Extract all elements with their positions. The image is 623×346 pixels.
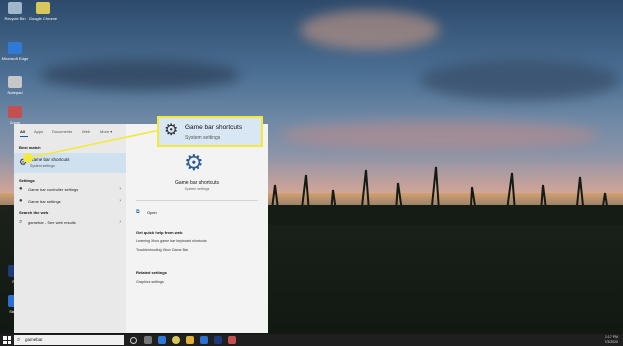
taskbar: ⌕ gamebar 1:17 PM 7/3/2020 [0, 334, 623, 346]
callout-box: ⚙ Game bar shortcuts System settings [157, 116, 263, 147]
callout-pointer [23, 129, 161, 163]
cortana-icon[interactable] [130, 337, 137, 344]
system-tray-clock[interactable]: 1:17 PM 7/3/2020 [604, 335, 618, 345]
edge-icon[interactable] [158, 336, 166, 344]
search-input[interactable]: gamebar [25, 337, 43, 342]
file-explorer-icon[interactable] [186, 336, 194, 344]
callout-subtitle: System settings [185, 135, 221, 141]
windows-logo-icon [3, 340, 7, 344]
start-button[interactable] [3, 336, 11, 344]
store-icon[interactable] [200, 336, 208, 344]
windows-logo-icon [7, 336, 11, 340]
clock-date: 7/3/2020 [604, 340, 618, 344]
windows-logo-icon [7, 340, 11, 344]
chrome-icon[interactable] [172, 336, 180, 344]
windows-logo-icon [3, 336, 7, 340]
task-view-icon[interactable] [144, 336, 152, 344]
photoshop-icon[interactable] [214, 336, 222, 344]
app-icon[interactable] [228, 336, 236, 344]
callout-title: Game bar shortcuts [185, 124, 243, 131]
taskbar-search-box[interactable]: ⌕ gamebar [14, 335, 124, 345]
search-icon: ⌕ [17, 337, 21, 343]
gear-icon: ⚙ [164, 122, 179, 139]
